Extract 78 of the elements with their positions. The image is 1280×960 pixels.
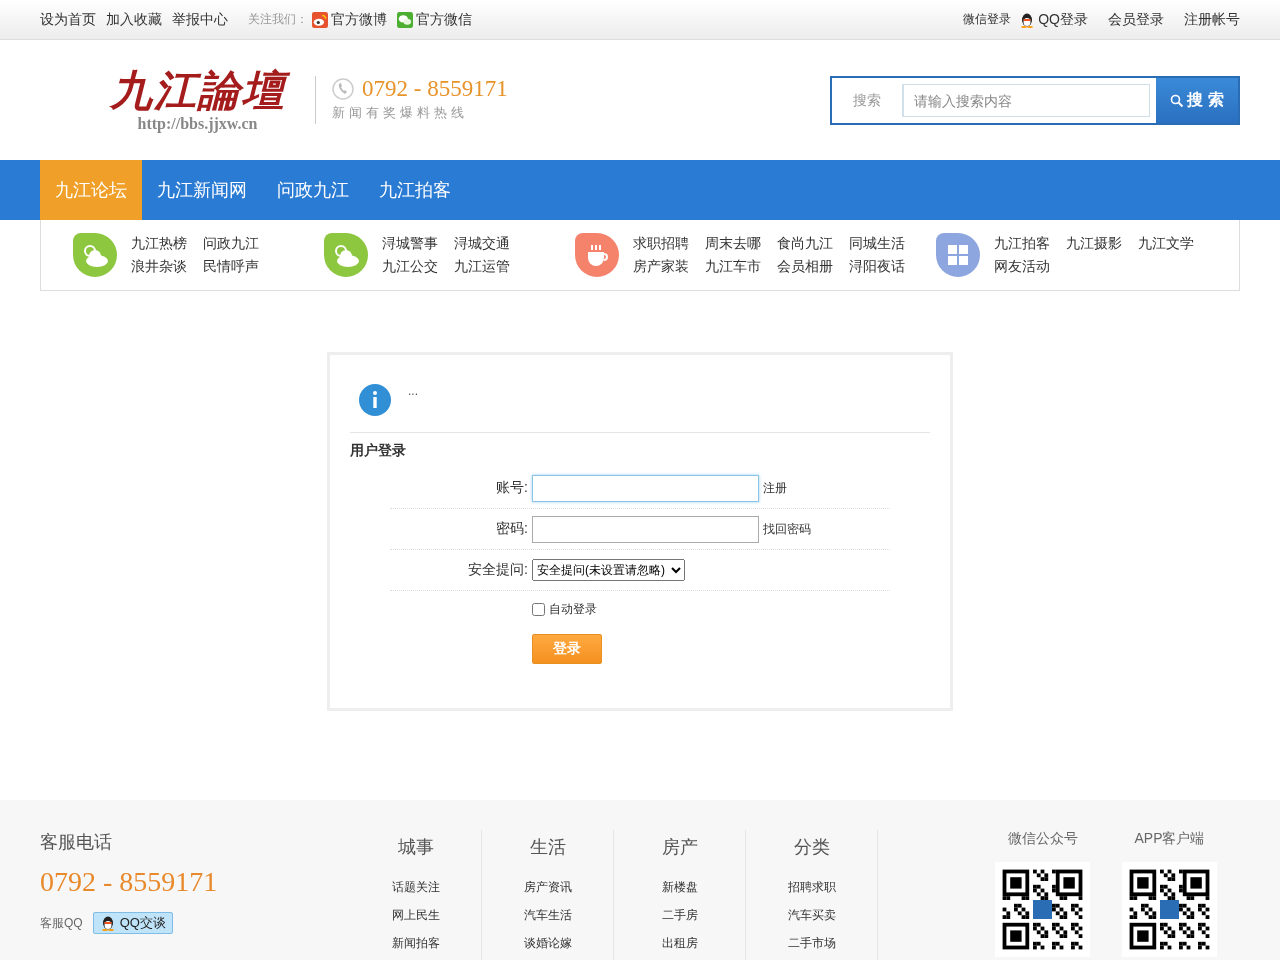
category-link[interactable]: 九江车市	[705, 257, 777, 276]
category-link[interactable]: 九江运管	[454, 257, 526, 276]
footer-link[interactable]: 新闻拍客	[391, 929, 440, 957]
category-link[interactable]: 浔城交通	[454, 234, 526, 253]
field-label: 账号:	[495, 479, 529, 497]
social-link[interactable]: 官方微信	[397, 10, 472, 29]
info-icon	[359, 384, 391, 416]
notice-message: ...	[408, 384, 418, 398]
service-phone: 0792 - 8559171	[40, 866, 219, 898]
nav-tab[interactable]: 九江拍客	[364, 160, 466, 220]
auto-login-label: 自动登录	[549, 600, 597, 618]
category-link[interactable]: 浔城警事	[382, 234, 454, 253]
category-link[interactable]: 同城生活	[849, 234, 921, 253]
category-link[interactable]: 九江文学	[1138, 234, 1210, 253]
footer-link[interactable]: 汽车生活	[523, 901, 572, 929]
field-link[interactable]: 找回密码	[763, 520, 811, 538]
follow-label: 关注我们：	[248, 11, 308, 28]
field-label: 密码:	[495, 520, 529, 538]
hotline-number: 0792 - 8559171	[361, 76, 508, 102]
auto-login-checkbox[interactable]	[532, 602, 545, 616]
weibo-icon	[312, 11, 328, 28]
top-link[interactable]: 微信登录	[963, 11, 1012, 28]
category-link[interactable]: 九江拍客	[994, 234, 1066, 253]
password-field[interactable]	[532, 515, 759, 543]
footer-link[interactable]: 谈婚论嫁	[523, 929, 572, 957]
hotline-caption: 新闻有奖爆料热线	[332, 104, 469, 122]
footer-link[interactable]: 话题关注	[391, 873, 440, 901]
question-select[interactable]: 安全提问(未设置请忽略)	[532, 559, 685, 581]
top-link[interactable]: 加入收藏	[106, 10, 162, 29]
top-link[interactable]: 举报中心	[172, 10, 228, 29]
footer-link[interactable]: 汽车买卖	[787, 901, 836, 929]
top-link[interactable]: 会员登录	[1108, 10, 1164, 29]
footer-link[interactable]: 房产资讯	[523, 873, 572, 901]
category-link[interactable]: 民情呼声	[203, 257, 275, 276]
search-field[interactable]: 请输入搜索内容	[903, 84, 1150, 117]
penguin-icon	[1019, 11, 1036, 28]
qq-label: 客服QQ	[40, 914, 83, 932]
field-label: 安全提问:	[467, 561, 529, 579]
qr-title: 微信公众号	[1007, 830, 1078, 848]
category-link[interactable]: 食尚九江	[777, 234, 849, 253]
qq-chat-button[interactable]: QQ交谈	[92, 912, 173, 934]
footer-column-title: 生活	[529, 836, 566, 859]
category-link[interactable]: 九江热榜	[131, 234, 203, 253]
category-link[interactable]: 问政九江	[203, 234, 275, 253]
footer-link[interactable]: 二手房	[661, 901, 698, 929]
category-link[interactable]: 九江公交	[382, 257, 454, 276]
top-link[interactable]: QQ登录	[1019, 10, 1088, 29]
category-link[interactable]: 九江摄影	[1066, 234, 1138, 253]
footer-link[interactable]: 网上民生	[391, 901, 440, 929]
footer-link[interactable]: 新楼盘	[661, 873, 698, 901]
category-link[interactable]: 网友活动	[994, 257, 1066, 276]
search-button[interactable]: 搜 索	[1156, 78, 1238, 123]
account-field[interactable]	[532, 474, 759, 502]
category-link[interactable]: 房产家装	[633, 257, 705, 276]
category-link[interactable]: 周末去哪	[705, 234, 777, 253]
phone-icon	[332, 78, 354, 100]
logo-url: http://bbs.jjxw.cn	[137, 115, 258, 133]
footer-column-title: 城事	[397, 836, 434, 859]
qr-title: APP客户端	[1134, 830, 1205, 848]
top-link[interactable]: 设为首页	[40, 10, 96, 29]
category-link[interactable]: 浪井杂谈	[131, 257, 203, 276]
nav-tab[interactable]: 问政九江	[262, 160, 364, 220]
top-link[interactable]: 注册帐号	[1184, 10, 1240, 29]
footer-link[interactable]: 招聘求职	[787, 873, 836, 901]
category-link[interactable]: 浔阳夜话	[849, 257, 921, 276]
login-title: 用户登录	[350, 442, 407, 460]
category-link[interactable]: 会员相册	[777, 257, 849, 276]
service-title: 客服电话	[40, 831, 113, 854]
footer-link[interactable]: 出租房	[661, 929, 698, 957]
field-link[interactable]: 注册	[763, 479, 787, 497]
social-link[interactable]: 官方微博	[312, 10, 387, 29]
search-icon	[1170, 93, 1185, 108]
category-link[interactable]: 求职招聘	[633, 234, 705, 253]
footer-column-title: 房产	[661, 836, 698, 859]
wechat-icon	[397, 11, 413, 28]
footer-column-title: 分类	[793, 836, 830, 859]
footer-link[interactable]: 二手市场	[787, 929, 836, 957]
nav-tab[interactable]: 九江新闻网	[142, 160, 262, 220]
